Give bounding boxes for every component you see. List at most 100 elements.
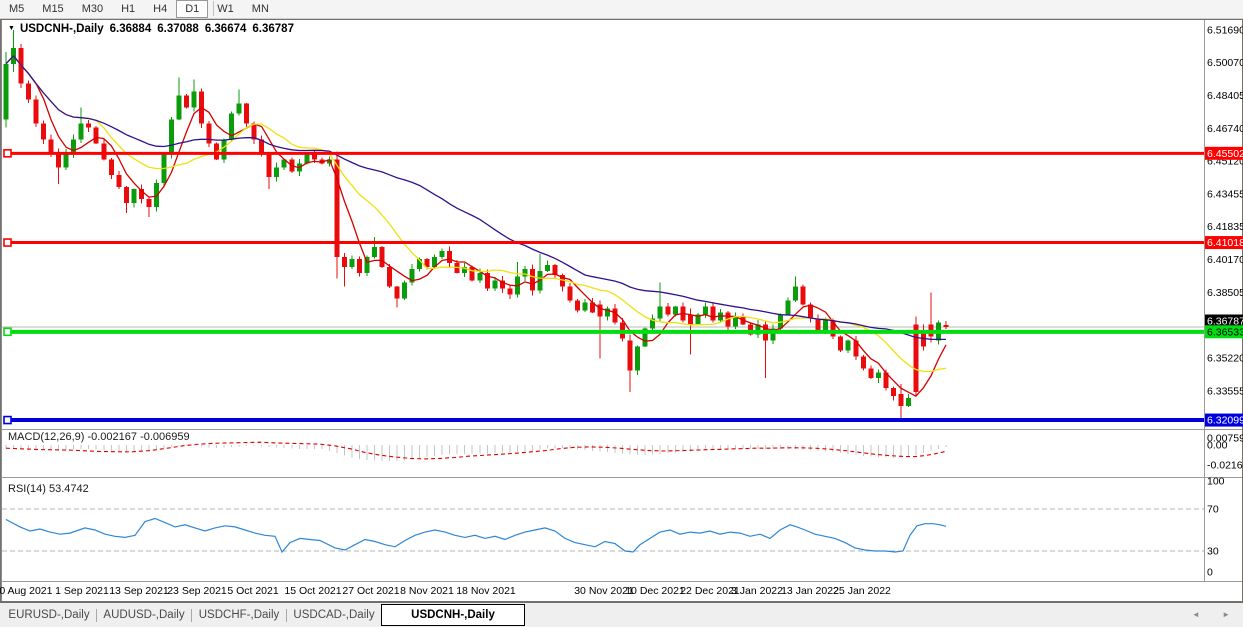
candle-body bbox=[628, 340, 633, 370]
timeframe-button-h4[interactable]: H4 bbox=[144, 0, 176, 18]
candle-body bbox=[49, 139, 54, 153]
candle-body bbox=[440, 251, 445, 257]
chart-title: ▼USDCNH-,Daily6.368846.370886.366746.367… bbox=[8, 23, 294, 35]
tab-usdcnh-daily[interactable]: USDCNH-,Daily bbox=[381, 604, 525, 626]
date-label: 1 Sep 2021 bbox=[55, 585, 109, 597]
axis-label: 70 bbox=[1207, 504, 1219, 516]
candle-body bbox=[192, 92, 197, 108]
timeframe-button-m30[interactable]: M30 bbox=[73, 0, 112, 18]
candle-body bbox=[372, 247, 377, 257]
candle-body bbox=[861, 356, 866, 368]
candle-body bbox=[635, 346, 640, 370]
candle-body bbox=[552, 265, 557, 275]
candle-body bbox=[891, 388, 896, 396]
candle-body bbox=[79, 124, 84, 140]
date-label: 13 Sep 2021 bbox=[109, 585, 169, 597]
axis-label: 6.45502 bbox=[1207, 148, 1243, 160]
candle-body bbox=[4, 64, 9, 120]
candle-body bbox=[176, 96, 181, 120]
candle-body bbox=[184, 96, 189, 108]
price-chart-canvas[interactable]: 6.516906.500706.484056.467406.451206.434… bbox=[0, 0, 1243, 627]
tab-scroll-arrows: ◄ ► bbox=[1192, 610, 1240, 619]
timeframe-button-group: M5M15M30H1H4D1W1MN bbox=[0, 0, 278, 18]
axis-label: 0 bbox=[1207, 567, 1213, 579]
candle-body bbox=[898, 394, 903, 406]
date-label: 27 Oct 2021 bbox=[342, 585, 399, 597]
tab-scroll-left-button[interactable]: ◄ bbox=[1192, 610, 1210, 619]
toolbar-separator bbox=[213, 1, 214, 16]
timeframe-button-mn[interactable]: MN bbox=[243, 0, 278, 18]
candle-body bbox=[252, 124, 257, 140]
axis-label: 100 bbox=[1207, 476, 1225, 488]
candle-body bbox=[492, 281, 497, 289]
candle-body bbox=[786, 301, 791, 315]
candle-body bbox=[530, 269, 535, 291]
candle-body bbox=[101, 143, 106, 159]
candle-body bbox=[913, 325, 918, 393]
candle-body bbox=[94, 127, 99, 143]
quote-close: 6.36787 bbox=[252, 23, 294, 35]
date-label: 13 Jan 2022 bbox=[781, 585, 839, 597]
date-label: 25 Jan 2022 bbox=[833, 585, 891, 597]
chart-tab-bar: EURUSD-,DailyAUDUSD-,DailyUSDCHF-,DailyU… bbox=[0, 602, 1243, 627]
timeframe-button-d1[interactable]: D1 bbox=[176, 0, 208, 18]
candle-body bbox=[380, 247, 385, 267]
tab-eurusd-daily[interactable]: EURUSD-,Daily bbox=[2, 605, 96, 625]
candle-body bbox=[583, 303, 588, 311]
candle-body bbox=[387, 267, 392, 287]
tab-scroll-right-button[interactable]: ► bbox=[1222, 610, 1240, 619]
axis-label: 6.32099 bbox=[1207, 415, 1243, 427]
candle-body bbox=[906, 398, 911, 406]
axis-label: 6.41835 bbox=[1207, 221, 1243, 233]
candle-body bbox=[86, 124, 91, 128]
candle-body bbox=[876, 372, 881, 378]
candle-body bbox=[793, 287, 798, 301]
candle-body bbox=[575, 301, 580, 311]
level-line-handle bbox=[4, 239, 11, 246]
candle-body bbox=[710, 307, 715, 321]
date-label: 23 Sep 2021 bbox=[167, 585, 227, 597]
level-line-handle bbox=[4, 417, 11, 424]
timeframe-button-m5[interactable]: M5 bbox=[0, 0, 33, 18]
candle-body bbox=[207, 124, 212, 144]
candle-body bbox=[357, 259, 362, 273]
candle-body bbox=[116, 175, 121, 187]
candle-body bbox=[522, 269, 527, 277]
candle-body bbox=[169, 120, 174, 154]
candle-body bbox=[342, 257, 347, 267]
quote-high: 6.37088 bbox=[157, 23, 199, 35]
date-label: 20 Aug 2021 bbox=[0, 585, 53, 597]
quote-low: 6.36674 bbox=[205, 23, 247, 35]
date-label: 15 Oct 2021 bbox=[284, 585, 341, 597]
tab-usdchf-daily[interactable]: USDCHF-,Daily bbox=[192, 605, 286, 625]
candle-body bbox=[447, 251, 452, 263]
candle-body bbox=[64, 153, 69, 167]
candle-body bbox=[222, 139, 227, 159]
candle-body bbox=[665, 307, 670, 315]
candle-body bbox=[349, 259, 354, 267]
candle-body bbox=[868, 368, 873, 378]
date-label: 8 Nov 2021 bbox=[400, 585, 454, 597]
date-label: 18 Nov 2021 bbox=[456, 585, 516, 597]
candle-body bbox=[823, 321, 828, 331]
level-line-handle bbox=[4, 150, 11, 157]
tab-usdcad-daily[interactable]: USDCAD-,Daily bbox=[287, 605, 381, 625]
timeframe-button-h1[interactable]: H1 bbox=[112, 0, 144, 18]
tab-audusd-daily[interactable]: AUDUSD-,Daily bbox=[97, 605, 191, 625]
candle-body bbox=[477, 273, 482, 281]
candle-body bbox=[146, 199, 151, 207]
symbol-dropdown-icon[interactable]: ▼ bbox=[8, 25, 15, 32]
candle-body bbox=[568, 287, 573, 301]
candle-body bbox=[56, 153, 61, 167]
candle-body bbox=[395, 287, 400, 299]
timeframe-button-m15[interactable]: M15 bbox=[33, 0, 72, 18]
axis-label: 6.51690 bbox=[1207, 25, 1243, 37]
candle-body bbox=[703, 307, 708, 315]
candle-body bbox=[470, 267, 475, 281]
symbol-label: USDCNH-,Daily bbox=[20, 23, 104, 35]
candle-body bbox=[402, 283, 407, 299]
candle-body bbox=[237, 104, 242, 114]
candle-body bbox=[244, 104, 249, 124]
macd-indicator-label: MACD(12,26,9) -0.002167 -0.006959 bbox=[8, 431, 190, 443]
candle-body bbox=[131, 189, 136, 203]
